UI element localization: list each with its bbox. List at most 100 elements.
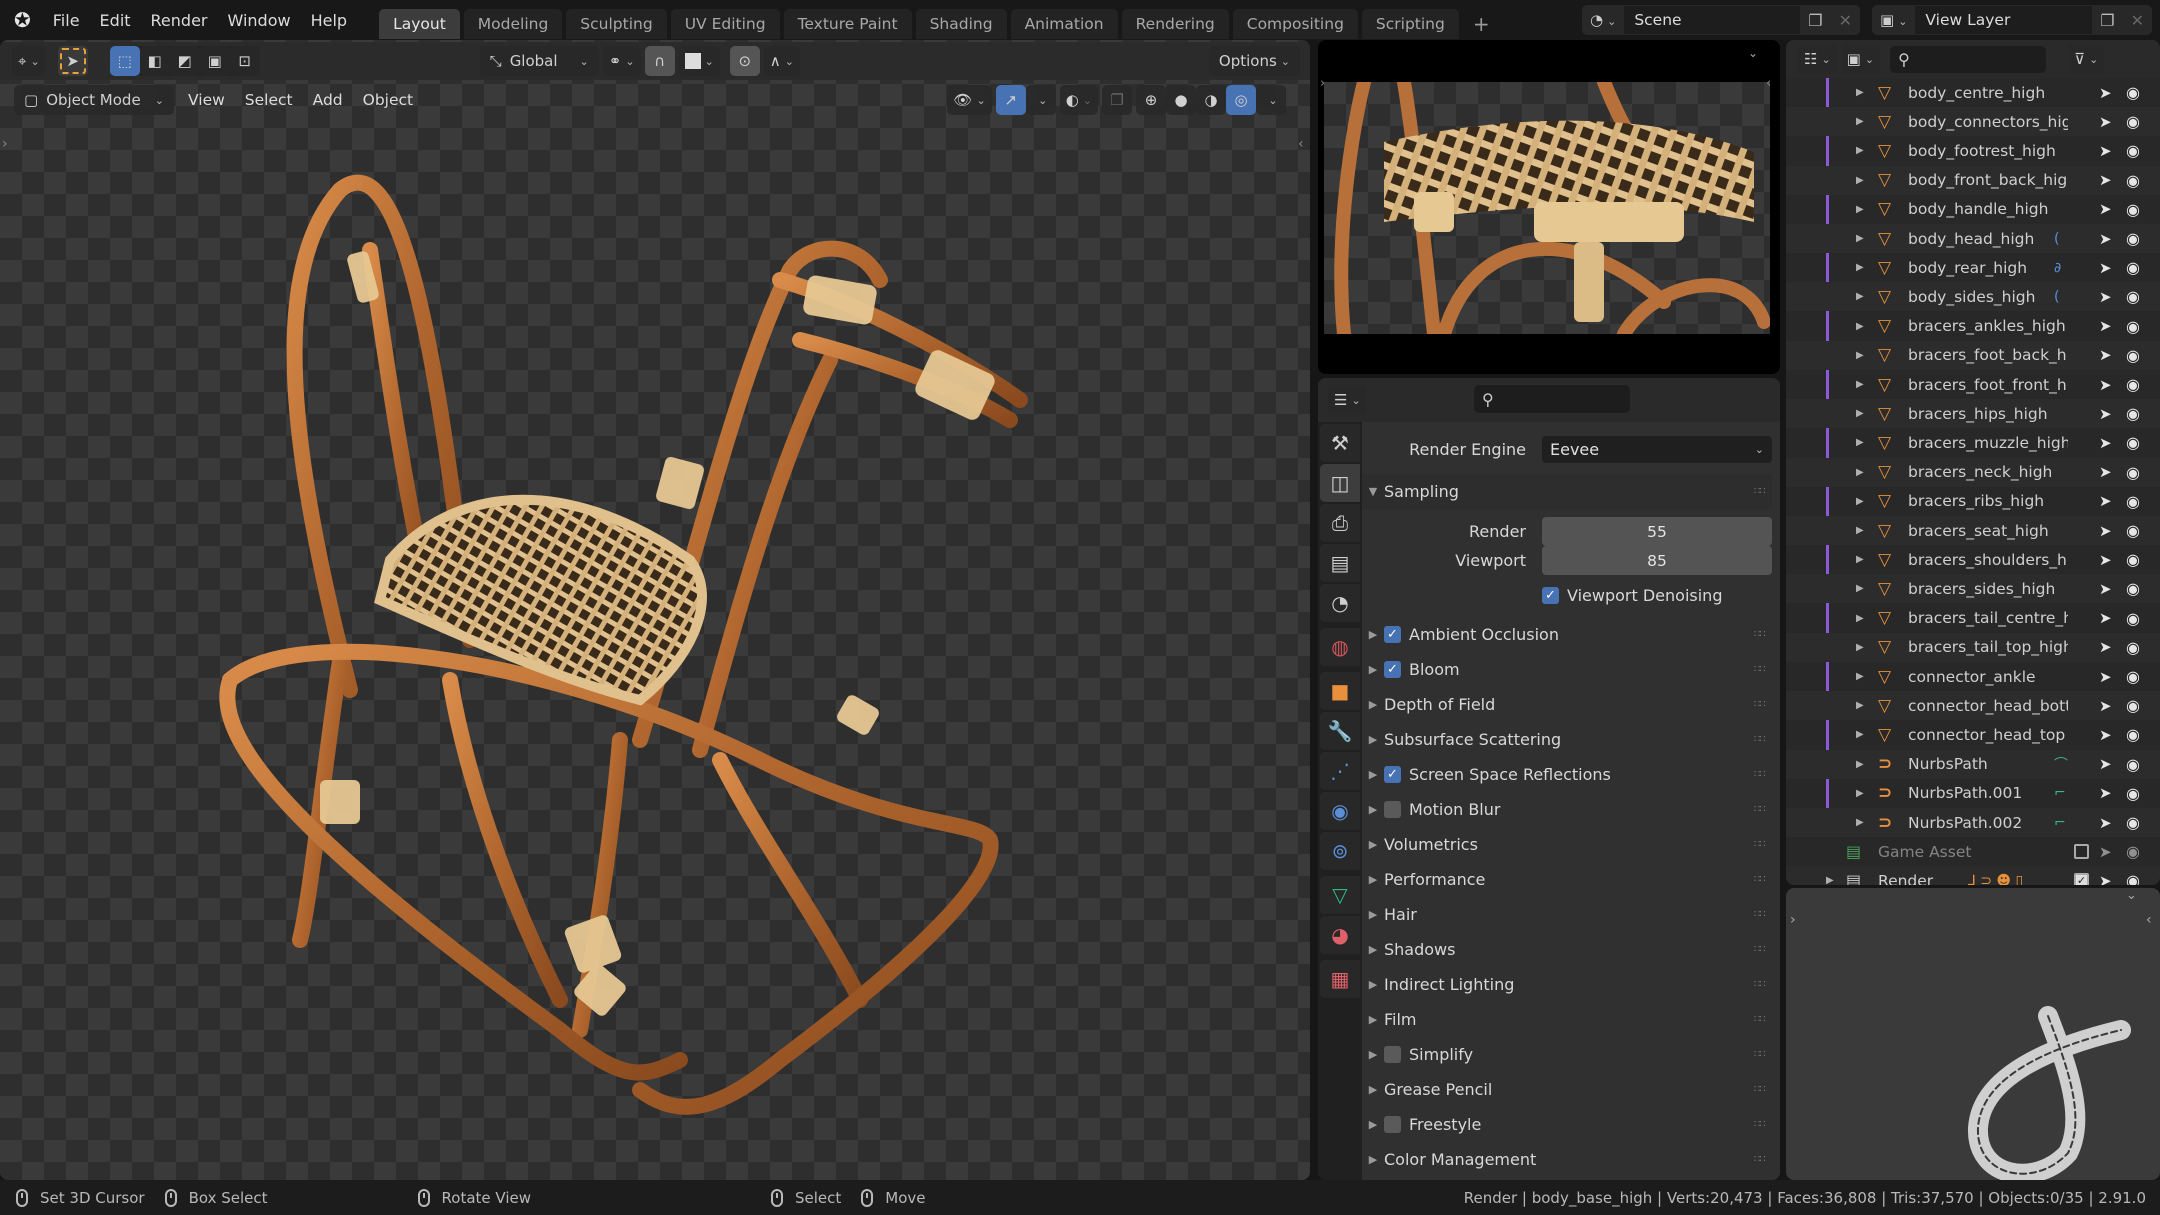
filter-dropdown[interactable]: ⊽ ⌄ <box>2068 44 2105 74</box>
texture-tab[interactable]: ▦ <box>1320 960 1360 998</box>
menu-file[interactable]: File <box>43 11 90 30</box>
expand-arrow-icon[interactable]: ▶ <box>1856 437 1864 448</box>
panel-indirect-lighting[interactable]: ▶ Indirect Lighting ∷∷ <box>1362 967 1772 1002</box>
selectable-toggle-icon[interactable]: ➤ <box>2099 580 2112 598</box>
3d-viewport[interactable]: ⌖ ⌄ ➤ ⬚ ◧ ◩ ▣ ⊡ ⤡ Global ⌄ ⚭ ⌄ ∩ ⌄ ⊙ ∧ ⌄ Op… <box>0 40 1310 1180</box>
expand-arrow-icon[interactable]: ▶ <box>1856 408 1864 419</box>
outliner-item[interactable]: ▶ ⊃ NurbsPath.001 ⌐ ➤ ◉ <box>1786 779 2160 808</box>
selectable-toggle-icon[interactable]: ➤ <box>2099 784 2112 802</box>
outliner-search-input[interactable]: ⚲ <box>1890 45 2047 73</box>
outliner-editor-type-button[interactable]: ☷ ⌄ <box>1798 44 1837 74</box>
preview-expand-right-icon[interactable]: ‹ <box>1766 76 1771 91</box>
selectable-toggle-icon[interactable]: ➤ <box>2099 872 2112 885</box>
panel-enable-checkbox[interactable]: ✓ <box>1384 661 1401 678</box>
outliner-item[interactable]: ▶ ▽ bracers_shoulders_hic ➤ ◉ <box>1786 545 2160 574</box>
expand-arrow-icon[interactable]: ▶ <box>1856 145 1864 156</box>
selectable-toggle-icon[interactable]: ➤ <box>2099 755 2112 773</box>
visibility-eye-icon[interactable]: ◉ <box>2126 287 2140 306</box>
expand-arrow-icon[interactable]: ▶ <box>1856 759 1864 770</box>
view-layer-icon[interactable]: ▣ ⌄ <box>1872 11 1915 29</box>
panel-enable-checkbox[interactable] <box>1384 1046 1401 1063</box>
selectable-toggle-icon[interactable]: ➤ <box>2099 346 2112 364</box>
expand-arrow-icon[interactable]: ▶ <box>1856 116 1864 127</box>
properties-editor-type-button[interactable]: ☰ ⌄ <box>1328 385 1367 415</box>
drag-handle-icon[interactable]: ∷∷ <box>1754 487 1772 497</box>
drag-handle-icon[interactable]: ∷∷ <box>1754 980 1772 990</box>
drag-handle-icon[interactable]: ∷∷ <box>1754 875 1772 885</box>
panel-film[interactable]: ▶ Film ∷∷ <box>1362 1002 1772 1037</box>
curve-preview-panel[interactable]: › ‹ ⌄ <box>1786 888 2160 1180</box>
duplicate-scene-icon[interactable]: ❐ <box>1800 11 1830 30</box>
selectable-toggle-icon[interactable]: ➤ <box>2099 638 2112 656</box>
outliner-item[interactable]: ▶ ▽ connector_head_bott ➤ ◉ <box>1786 691 2160 721</box>
panel-depth-of-field[interactable]: ▶ Depth of Field ∷∷ <box>1362 687 1772 722</box>
drag-handle-icon[interactable]: ∷∷ <box>1754 700 1772 710</box>
expand-arrow-icon[interactable]: ▶ <box>1856 700 1864 711</box>
material-tab[interactable]: ◕ <box>1320 916 1360 954</box>
panel-enable-checkbox[interactable] <box>1384 801 1401 818</box>
duplicate-view-layer-icon[interactable]: ❐ <box>2092 11 2122 30</box>
blender-logo-icon[interactable]: ✪ <box>14 8 31 32</box>
panel-hair[interactable]: ▶ Hair ∷∷ <box>1362 897 1772 932</box>
expand-arrow-icon[interactable]: ▶ <box>1856 525 1864 536</box>
visibility-eye-icon[interactable]: ◉ <box>2126 784 2140 803</box>
visibility-eye-icon[interactable]: ◉ <box>2126 141 2140 160</box>
drag-handle-icon[interactable]: ∷∷ <box>1754 1015 1772 1025</box>
workspace-tab-shading[interactable]: Shading <box>915 9 1007 39</box>
outliner-item[interactable]: ▶ ▽ body_front_back_high ➤ ◉ <box>1786 165 2160 195</box>
panel-freestyle[interactable]: ▶ Freestyle ∷∷ <box>1362 1107 1772 1142</box>
selectable-toggle-icon[interactable]: ➤ <box>2099 463 2112 481</box>
preview-header-toggle-icon[interactable]: ⌄ <box>1748 46 1758 60</box>
visibility-eye-icon[interactable]: ◉ <box>2126 112 2140 131</box>
viewport-samples-field[interactable]: 85 <box>1542 546 1772 575</box>
workspace-tab-layout[interactable]: Layout <box>379 9 460 39</box>
properties-search-input[interactable]: ⚲ <box>1474 385 1630 413</box>
outliner-collection[interactable]: ▤ Game Asset ➤ ◉ <box>1786 837 2160 866</box>
workspace-tab-compositing[interactable]: Compositing <box>1232 9 1358 39</box>
exclude-checkbox[interactable]: ✓ <box>2074 873 2089 885</box>
scene-name-field[interactable]: Scene <box>1624 6 1801 34</box>
visibility-eye-icon[interactable]: ◉ <box>2126 696 2140 715</box>
selectable-toggle-icon[interactable]: ➤ <box>2099 434 2112 452</box>
outliner-item[interactable]: ▶ ⊃ NurbsPath.002 ⌐ ➤ ◉ <box>1786 808 2160 837</box>
visibility-eye-icon[interactable]: ◉ <box>2126 638 2140 657</box>
scene-tab[interactable]: ◔ <box>1320 584 1360 622</box>
selectable-toggle-icon[interactable]: ➤ <box>2099 376 2112 394</box>
delete-scene-icon[interactable]: ✕ <box>1831 11 1860 30</box>
panel-shadows[interactable]: ▶ Shadows ∷∷ <box>1362 932 1772 967</box>
drag-handle-icon[interactable]: ∷∷ <box>1754 630 1772 640</box>
expand-arrow-icon[interactable]: ▶ <box>1856 321 1864 332</box>
drag-handle-icon[interactable]: ∷∷ <box>1754 770 1772 780</box>
outliner-item[interactable]: ▶ ▽ body_footrest_high ➤ ◉ <box>1786 136 2160 165</box>
selectable-toggle-icon[interactable]: ➤ <box>2099 726 2112 744</box>
expand-arrow-icon[interactable]: ▶ <box>1826 875 1834 885</box>
selectable-toggle-icon[interactable]: ➤ <box>2099 200 2112 218</box>
drag-handle-icon[interactable]: ∷∷ <box>1754 665 1772 675</box>
visibility-eye-icon[interactable]: ◉ <box>2126 521 2140 540</box>
drag-handle-icon[interactable]: ∷∷ <box>1754 1085 1772 1095</box>
drag-handle-icon[interactable]: ∷∷ <box>1754 735 1772 745</box>
panel-enable-checkbox[interactable] <box>1384 1116 1401 1133</box>
panel-performance[interactable]: ▶ Performance ∷∷ <box>1362 862 1772 897</box>
selectable-toggle-icon[interactable]: ➤ <box>2099 259 2112 277</box>
visibility-eye-icon[interactable]: ◉ <box>2126 813 2140 832</box>
expand-arrow-icon[interactable]: ▶ <box>1856 233 1864 244</box>
panel-grease-pencil[interactable]: ▶ Grease Pencil ∷∷ <box>1362 1072 1772 1107</box>
render-samples-field[interactable]: 55 <box>1542 517 1772 546</box>
viewport-denoising-row[interactable]: ✓ Viewport Denoising <box>1542 578 1772 613</box>
delete-view-layer-icon[interactable]: ✕ <box>2123 11 2152 30</box>
selectable-toggle-icon[interactable]: ➤ <box>2099 668 2112 686</box>
visibility-eye-icon[interactable]: ◉ <box>2126 725 2140 744</box>
workspace-tab-texture-paint[interactable]: Texture Paint <box>783 9 912 39</box>
selectable-toggle-icon[interactable]: ➤ <box>2099 843 2112 861</box>
visibility-eye-icon[interactable]: ◉ <box>2126 375 2140 394</box>
outliner-item[interactable]: ▶ ▽ bracers_ribs_high ➤ ◉ <box>1786 487 2160 516</box>
visibility-eye-icon[interactable]: ◉ <box>2126 492 2140 511</box>
selectable-toggle-icon[interactable]: ➤ <box>2099 230 2112 248</box>
outliner-item[interactable]: ▶ ▽ bracers_tail_centre_hi ➤ ◉ <box>1786 604 2160 633</box>
expand-arrow-icon[interactable]: ▶ <box>1856 671 1864 682</box>
selectable-toggle-icon[interactable]: ➤ <box>2099 317 2112 335</box>
expand-arrow-icon[interactable]: ▶ <box>1856 496 1864 507</box>
selectable-toggle-icon[interactable]: ➤ <box>2099 697 2112 715</box>
panel-motion-blur[interactable]: ▶ Motion Blur ∷∷ <box>1362 792 1772 827</box>
